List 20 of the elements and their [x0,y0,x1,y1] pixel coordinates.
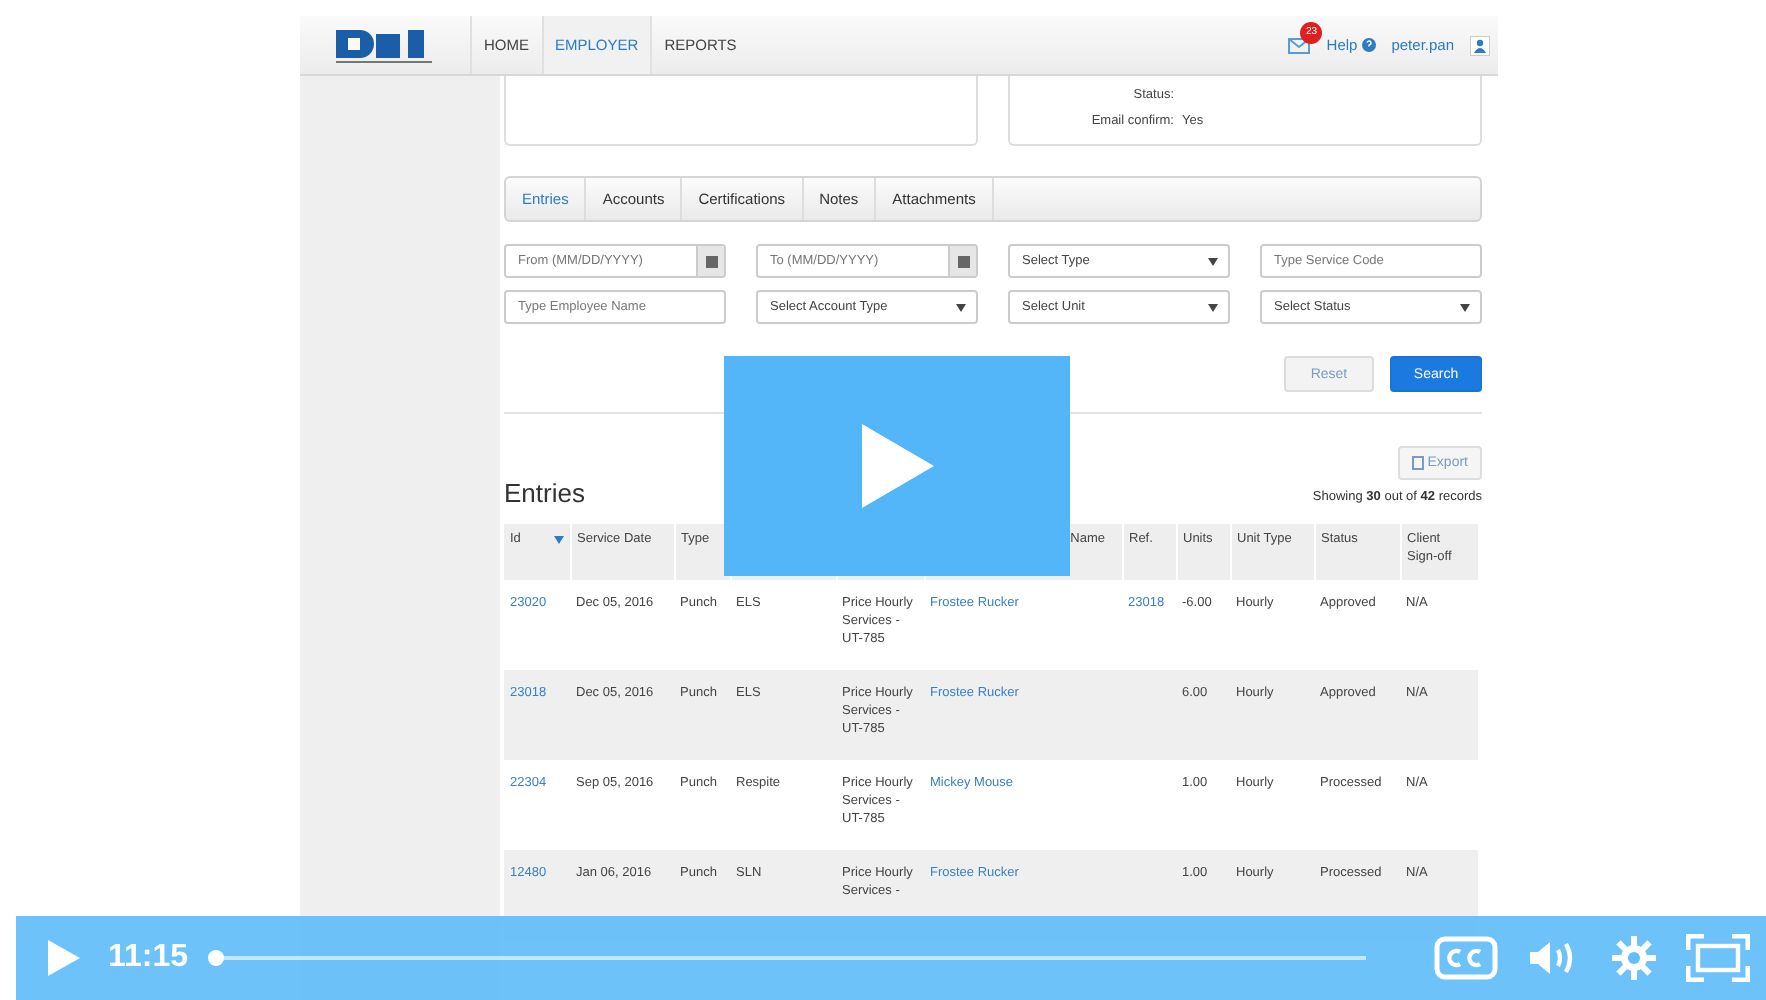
time-display: 11:15 [108,940,189,976]
sort-icon[interactable] [553,536,563,544]
play-overlay-button[interactable] [724,356,1070,576]
help-icon [1361,38,1376,52]
document-icon [1411,456,1424,470]
fullscreen-icon[interactable] [1686,934,1750,982]
captions-icon[interactable] [1434,936,1498,980]
caret-icon [956,303,966,311]
settings-icon[interactable] [1610,934,1658,982]
calendar-icon [957,255,969,267]
caret-icon [1460,303,1470,311]
envelope-icon[interactable] [1288,37,1311,53]
progress-thumb[interactable] [208,950,225,966]
caret-icon [1208,303,1218,311]
calendar-icon [705,255,717,267]
user-icon[interactable] [1470,35,1490,55]
caret-icon [1208,257,1218,265]
section-title: Entries [504,478,585,508]
play-button[interactable] [48,940,80,976]
play-icon [861,424,933,508]
